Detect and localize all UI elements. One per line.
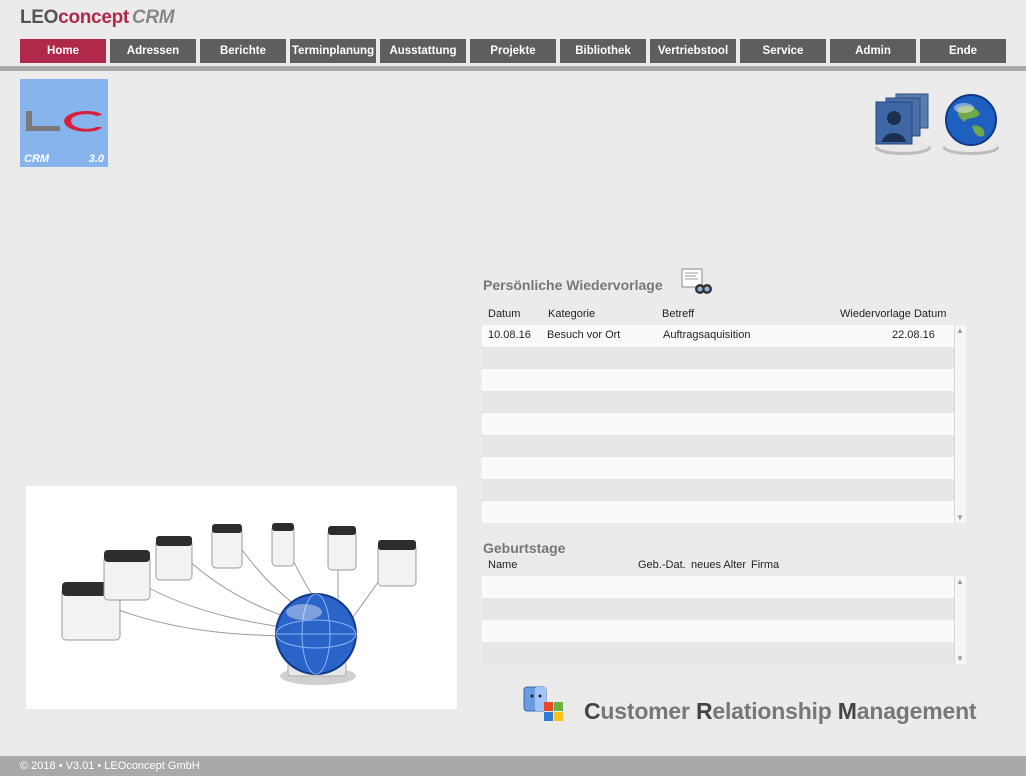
col-betreff[interactable]: Betreff <box>662 308 694 320</box>
mac-windows-icon <box>523 686 563 721</box>
table-row <box>482 479 954 501</box>
nav-ende[interactable]: Ende <box>920 39 1006 63</box>
cell-betreff: Auftragsaquisition <box>663 329 751 341</box>
quick-icons <box>874 92 1000 156</box>
col-firma[interactable]: Firma <box>751 559 779 571</box>
col-kategorie[interactable]: Kategorie <box>548 308 595 320</box>
contacts-icon[interactable] <box>874 92 932 156</box>
logo-crm-text: CRM <box>24 153 50 165</box>
col-geb-dat[interactable]: Geb.-Dat. <box>638 559 686 571</box>
table-row[interactable]: 10.08.16 Besuch vor Ort Auftragsaquisiti… <box>482 325 954 347</box>
lc-crm-logo: CRM 3.0 <box>20 79 108 167</box>
lc-logo-mark-icon <box>26 111 102 132</box>
nav-vertriebstool[interactable]: Vertriebstool <box>650 39 736 63</box>
table-row <box>482 391 954 413</box>
geburtstage-list <box>482 576 954 664</box>
table-row <box>482 598 954 620</box>
cell-kategorie: Besuch vor Ort <box>547 329 621 341</box>
slogan-r: R <box>695 698 713 724</box>
brand-leo: LEO <box>20 7 59 28</box>
globe-icon[interactable] <box>942 92 1000 156</box>
nav-terminplanung[interactable]: Terminplanung <box>290 39 376 63</box>
table-row <box>482 369 954 391</box>
footer-text: © 2018 • V3.01 • LEOconcept GmbH <box>20 760 200 772</box>
wiedervorlage-header: Datum Kategorie Betreff Wiedervorlage Da… <box>482 308 954 322</box>
geburtstage-header: Name Geb.-Dat. neues Alter Firma <box>482 559 954 573</box>
table-row <box>482 347 954 369</box>
table-row <box>482 501 954 523</box>
table-row <box>482 435 954 457</box>
nav-admin[interactable]: Admin <box>830 39 916 63</box>
geburtstage-scrollbar[interactable]: ▲ ▼ <box>954 576 966 664</box>
slogan-c: C <box>584 698 601 724</box>
scroll-down-icon[interactable]: ▼ <box>956 513 964 522</box>
brand-crm: CRM <box>131 7 175 28</box>
table-row <box>482 457 954 479</box>
geburtstage-title: Geburtstage <box>483 540 566 556</box>
col-name[interactable]: Name <box>488 559 517 571</box>
crm-slogan: Customer Relationship Management <box>584 698 977 725</box>
scroll-up-icon[interactable]: ▲ <box>956 326 964 335</box>
app-brand: LEOconcept CRM <box>20 7 175 29</box>
nav-projekte[interactable]: Projekte <box>470 39 556 63</box>
slogan-r-rest: elationship <box>712 698 838 724</box>
table-row <box>482 576 954 598</box>
table-row <box>482 620 954 642</box>
slogan-c-rest: ustomer <box>600 698 696 724</box>
slogan-m: M <box>837 698 857 724</box>
wiedervorlage-title: Persönliche Wiedervorlage <box>483 277 663 293</box>
col-alter[interactable]: neues Alter <box>691 559 746 571</box>
nav-home[interactable]: Home <box>20 39 106 63</box>
nav-divider <box>0 66 1026 71</box>
page-footer: © 2018 • V3.01 • LEOconcept GmbH <box>0 756 1026 776</box>
scroll-down-icon[interactable]: ▼ <box>956 654 964 663</box>
brand-concept: concept <box>58 7 129 28</box>
network-servers-icon <box>61 523 417 685</box>
scroll-up-icon[interactable]: ▲ <box>956 577 964 586</box>
nav-adressen[interactable]: Adressen <box>110 39 196 63</box>
nav-service[interactable]: Service <box>740 39 826 63</box>
nav-ausstattung[interactable]: Ausstattung <box>380 39 466 63</box>
wiedervorlage-scrollbar[interactable]: ▲ ▼ <box>954 325 966 523</box>
col-wv-datum[interactable]: Wiedervorlage Datum <box>840 308 946 320</box>
table-row <box>482 642 954 664</box>
search-binoculars-icon[interactable] <box>680 268 712 296</box>
logo-version-text: 3.0 <box>88 153 104 165</box>
wiedervorlage-list: 10.08.16 Besuch vor Ort Auftragsaquisiti… <box>482 325 954 523</box>
table-row <box>482 413 954 435</box>
network-illustration <box>26 486 457 709</box>
main-nav: Home Adressen Berichte Terminplanung Aus… <box>20 39 1006 63</box>
slogan-m-rest: anagement <box>856 698 977 724</box>
cell-datum: 10.08.16 <box>488 329 531 341</box>
col-datum[interactable]: Datum <box>488 308 520 320</box>
nav-bibliothek[interactable]: Bibliothek <box>560 39 646 63</box>
nav-berichte[interactable]: Berichte <box>200 39 286 63</box>
cell-wv-datum: 22.08.16 <box>892 329 935 341</box>
